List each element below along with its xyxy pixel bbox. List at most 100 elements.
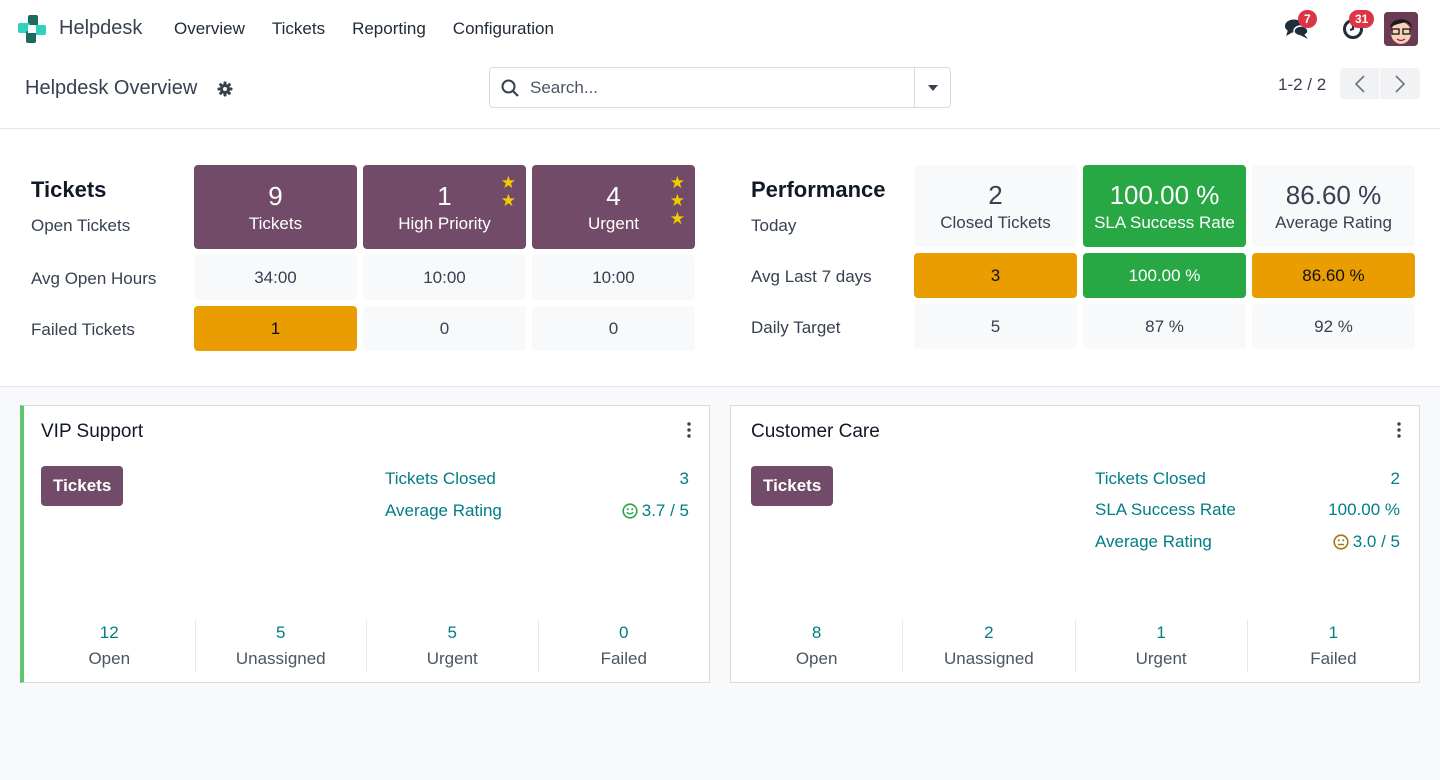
closed-tickets-today-caption: Closed Tickets [940, 213, 1051, 232]
stat-unassigned[interactable]: 2 Unassigned [902, 620, 1074, 672]
messages-button[interactable]: 7 [1280, 10, 1317, 46]
high-priority-caption: High Priority [398, 214, 491, 233]
systray: 7 31 [1258, 10, 1418, 46]
sla-success-7d[interactable]: 100.00 % [1083, 253, 1246, 298]
menu-reporting[interactable]: Reporting [352, 19, 426, 39]
average-rating-7d[interactable]: 86.60 % [1252, 253, 1415, 298]
avg-open-hours-label: Avg Open Hours [31, 269, 157, 288]
activities-button[interactable]: 31 [1336, 10, 1375, 46]
pager-next-button[interactable] [1380, 68, 1420, 99]
search-input[interactable] [530, 77, 914, 98]
stat-failed[interactable]: 0 Failed [537, 620, 710, 672]
main-menu: Overview Tickets Reporting Configuration [174, 19, 554, 39]
pager-buttons [1340, 68, 1420, 99]
avg-open-hours-high[interactable]: 10:00 [363, 255, 526, 300]
kpi-value-wrap: 3.0 / 5 [1333, 532, 1400, 552]
kpi-tickets-closed[interactable]: Tickets Closed 3 [385, 469, 689, 489]
kebab-menu-icon[interactable] [687, 422, 691, 438]
tickets-heading: Tickets [31, 177, 107, 202]
open-tickets-value: 9 [268, 181, 283, 211]
sla-success-target[interactable]: 87 % [1083, 304, 1246, 349]
search-options-toggle[interactable] [914, 68, 950, 107]
team-card-customer-care: Customer Care Tickets Tickets Closed 2 S… [730, 405, 1420, 683]
stat-failed[interactable]: 1 Failed [1246, 620, 1419, 672]
sla-success-today-cell[interactable]: 100.00 % SLA Success Rate [1083, 165, 1246, 247]
app-name[interactable]: Helpdesk [59, 17, 142, 40]
high-priority-cell[interactable]: 1 High Priority ★ ★ [363, 165, 526, 249]
menu-tickets[interactable]: Tickets [272, 19, 325, 39]
closed-tickets-today-cell[interactable]: 2 Closed Tickets [914, 165, 1077, 247]
avg-open-hours-urgent[interactable]: 10:00 [532, 255, 695, 300]
urgent-caption: Urgent [587, 214, 640, 233]
kebab-menu-icon[interactable] [1397, 422, 1401, 438]
average-rating-target[interactable]: 92 % [1252, 304, 1415, 349]
average-rating-today-value: 86.60 % [1285, 180, 1382, 210]
stat-unassigned[interactable]: 5 Unassigned [194, 620, 367, 672]
gear-icon[interactable] [217, 81, 233, 97]
priority-stars: ★ ★ [501, 174, 516, 209]
dashboard-stats-panel: Tickets Open Tickets Avg Open Hours Fail… [0, 130, 1440, 387]
search-bar [489, 67, 951, 108]
kpi-label: Average Rating [385, 501, 502, 520]
kpi-value: 100.00 % [1328, 500, 1400, 519]
stat-value: 0 [619, 623, 629, 642]
stat-value: 2 [984, 623, 994, 642]
menu-configuration[interactable]: Configuration [453, 19, 554, 39]
urgent-stars: ★ ★ ★ [670, 174, 685, 227]
menu-overview[interactable]: Overview [174, 19, 245, 39]
pager-previous-button[interactable] [1340, 68, 1380, 99]
kpi-average-rating[interactable]: Average Rating 3.7 / 5 [385, 501, 689, 521]
sla-success-today-caption: SLA Success Rate [1094, 213, 1235, 232]
kpi-value: 3 [679, 469, 689, 488]
open-tickets-cell[interactable]: 9 Tickets [194, 165, 357, 249]
kpi-tickets-closed[interactable]: Tickets Closed 2 [1095, 469, 1400, 489]
star-icon: ★ [500, 173, 516, 192]
chevron-right-icon [1395, 74, 1405, 93]
search-icon [490, 79, 530, 97]
closed-tickets-target[interactable]: 5 [914, 304, 1077, 349]
stat-urgent[interactable]: 5 Urgent [366, 620, 538, 672]
tickets-button[interactable]: Tickets [41, 466, 124, 506]
performance-heading: Performance [751, 177, 886, 202]
star-icon: ★ [669, 173, 685, 192]
stat-value: 5 [276, 623, 286, 642]
stat-open[interactable]: 12 Open [24, 620, 195, 672]
kpi-label: Average Rating [1095, 532, 1212, 551]
team-stats: 12 Open 5 Unassigned 5 Urgent 0 Failed [24, 620, 709, 672]
stat-label: Failed [1310, 649, 1357, 668]
avg-open-hours-all[interactable]: 34:00 [194, 255, 357, 300]
stat-open[interactable]: 8 Open [731, 620, 902, 672]
failed-tickets-urgent[interactable]: 0 [532, 306, 695, 351]
page-title: Helpdesk Overview [25, 77, 198, 99]
failed-tickets-all[interactable]: 1 [194, 306, 357, 351]
stat-label: Failed [600, 649, 647, 668]
top-navbar: Helpdesk Overview Tickets Reporting Conf… [0, 0, 1440, 60]
failed-tickets-high[interactable]: 0 [363, 306, 526, 351]
average-rating-today-cell[interactable]: 86.60 % Average Rating [1252, 165, 1415, 247]
stat-value: 1 [1328, 623, 1339, 642]
kpi-average-rating[interactable]: Average Rating 3.0 / 5 [1095, 532, 1400, 552]
stat-label: Urgent [1135, 649, 1187, 668]
kpi-sla-success-rate[interactable]: SLA Success Rate 100.00 % [1095, 500, 1400, 520]
activities-count-badge: 31 [1349, 10, 1375, 28]
sla-success-today-value: 100.00 % [1109, 180, 1220, 210]
high-priority-value: 1 [437, 181, 452, 211]
team-name[interactable]: VIP Support [41, 421, 143, 443]
urgent-cell[interactable]: 4 Urgent ★ ★ ★ [532, 165, 695, 249]
stat-urgent[interactable]: 1 Urgent [1074, 620, 1247, 672]
stat-label: Urgent [426, 649, 478, 668]
kpi-label: Tickets Closed [385, 469, 496, 488]
chevron-left-icon [1354, 74, 1365, 93]
closed-tickets-7d[interactable]: 3 [914, 253, 1077, 298]
tickets-button[interactable]: Tickets [751, 466, 834, 506]
stat-label: Unassigned [235, 649, 326, 668]
neutral-face-icon [1333, 534, 1349, 550]
helpdesk-logo-icon[interactable] [18, 15, 46, 43]
team-card-vip-support: VIP Support Tickets Tickets Closed 3 Ave… [20, 405, 710, 683]
user-avatar[interactable] [1384, 12, 1418, 46]
pager-value[interactable]: 1-2 / 2 [1278, 75, 1326, 95]
kpi-value: 3.0 / 5 [1352, 532, 1400, 551]
kpi-value: 2 [1390, 469, 1400, 488]
team-name[interactable]: Customer Care [751, 421, 880, 443]
average-rating-today-caption: Average Rating [1275, 213, 1392, 232]
